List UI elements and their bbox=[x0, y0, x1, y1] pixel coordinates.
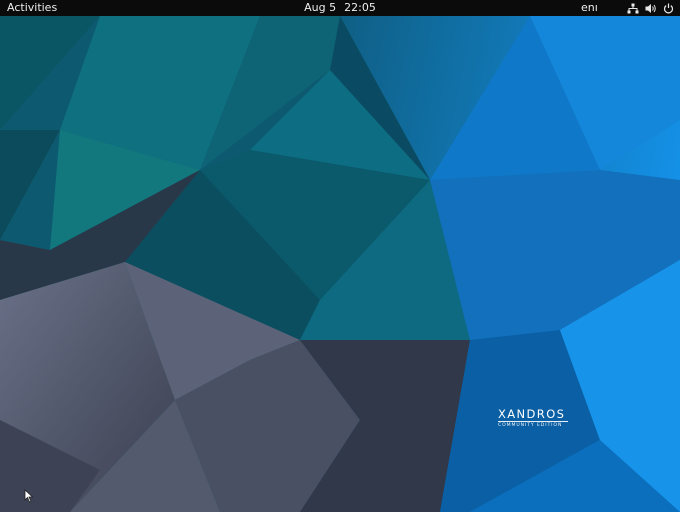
brand-subtitle: COMMUNITY EDITION bbox=[498, 423, 563, 428]
activities-button[interactable]: Activities bbox=[7, 1, 57, 15]
network-icon[interactable] bbox=[627, 3, 639, 14]
mouse-pointer-icon bbox=[24, 488, 34, 507]
brand-divider bbox=[498, 421, 568, 422]
power-icon[interactable] bbox=[663, 3, 674, 14]
desktop-screen: Activities Aug 5 22:05 enı XANDROS COMMU… bbox=[0, 0, 680, 512]
language-indicator[interactable]: enı bbox=[581, 1, 598, 15]
top-bar: Activities Aug 5 22:05 enı bbox=[0, 0, 680, 16]
volume-icon[interactable] bbox=[645, 3, 657, 14]
system-tray[interactable] bbox=[627, 0, 674, 16]
clock: Aug 5 22:05 bbox=[0, 1, 680, 15]
clock-time[interactable]: 22:05 bbox=[344, 1, 376, 14]
brand-name: XANDROS bbox=[498, 407, 566, 421]
brand-logo: XANDROS COMMUNITY EDITION bbox=[498, 408, 568, 429]
desktop-wallpaper bbox=[0, 16, 680, 512]
clock-date[interactable]: Aug 5 bbox=[304, 1, 336, 14]
